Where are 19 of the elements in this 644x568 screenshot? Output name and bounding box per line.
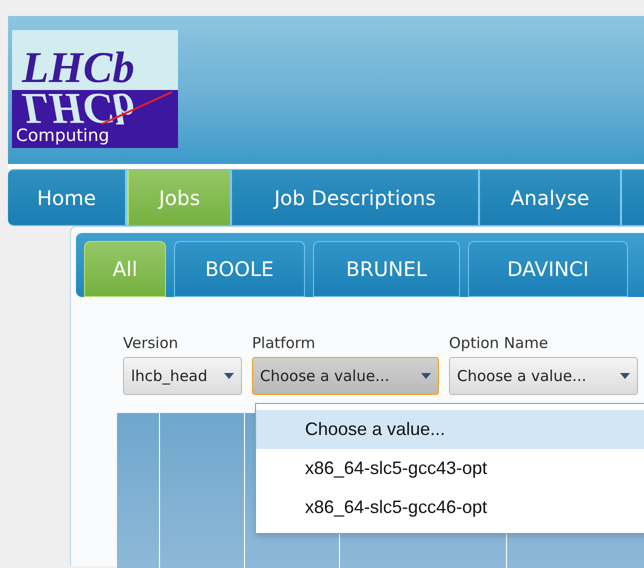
dropdown-option[interactable]: Choose a value...	[256, 410, 644, 449]
caret-icon	[421, 373, 431, 379]
filter-label: Version	[123, 334, 180, 352]
nav-tab[interactable]: Jobs	[127, 170, 232, 225]
logo-title: LHCb	[22, 46, 134, 90]
select-field[interactable]: Choose a value...	[449, 357, 638, 395]
dropdown-option[interactable]: x86_64-slc5-gcc43-opt	[256, 449, 644, 488]
select-field[interactable]: Choose a value...	[252, 357, 439, 395]
logo-subtitle: Computing	[16, 126, 110, 146]
select-field[interactable]: lhcb_head	[123, 357, 242, 395]
dropdown-option[interactable]: x86_64-slc5-gcc46-opt	[256, 488, 644, 527]
caret-icon	[620, 373, 630, 379]
subtab[interactable]: BRUNEL	[313, 241, 460, 297]
caret-icon	[224, 373, 234, 379]
filter-label: Platform	[252, 334, 316, 352]
subtab[interactable]: BOOLE	[174, 241, 305, 297]
filter-label: Option Name	[449, 334, 550, 352]
subtab[interactable]: DAVINCI	[468, 241, 628, 297]
subtab[interactable]: All	[84, 241, 166, 297]
